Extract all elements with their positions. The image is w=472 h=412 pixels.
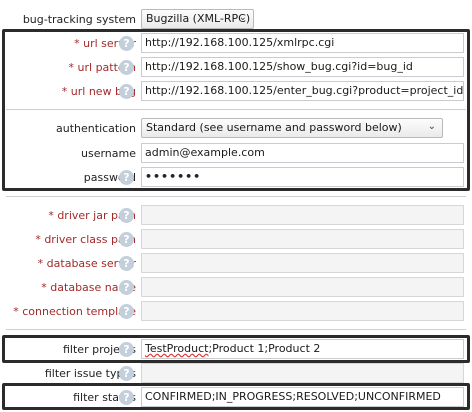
required-mark: * — [35, 233, 41, 246]
row-connection-template: * connection template ? — [0, 301, 472, 323]
url-new-bug-input[interactable]: http://192.168.100.125/enter_bug.cgi?pro… — [141, 81, 464, 101]
authentication-select[interactable]: Standard (see username and password belo… — [141, 118, 443, 138]
required-mark: * — [68, 61, 75, 74]
help-icon[interactable]: ? — [119, 342, 134, 357]
username-label: username — [81, 147, 136, 160]
section-divider — [6, 196, 466, 197]
driver-jar-path-input[interactable] — [141, 205, 464, 225]
help-icon[interactable]: ? — [119, 232, 134, 247]
filter-status-input[interactable]: CONFIRMED;IN_PROGRESS;RESOLVED;UNCONFIRM… — [141, 387, 464, 407]
required-mark: * — [61, 85, 68, 98]
required-mark: * — [41, 281, 47, 294]
filter-issue-types-input[interactable] — [141, 363, 464, 383]
help-icon[interactable]: ? — [119, 84, 134, 99]
required-mark: * — [13, 305, 19, 318]
help-icon[interactable]: ? — [119, 170, 134, 185]
row-authentication: authentication Standard (see username an… — [0, 118, 472, 140]
row-database-server: * database server ? — [0, 253, 472, 275]
database-name-input[interactable] — [141, 277, 464, 297]
help-icon[interactable]: ? — [119, 390, 134, 405]
row-password: password ? ••••••• — [0, 167, 472, 189]
url-server-input[interactable]: http://192.168.100.125/xmlrpc.cgi — [141, 33, 464, 53]
filter-projects-value-rest: ;Product 1;Product 2 — [208, 342, 321, 355]
help-icon[interactable]: ? — [119, 36, 134, 51]
password-input[interactable]: ••••••• — [141, 167, 464, 187]
connection-template-input[interactable] — [141, 301, 464, 321]
section-divider — [6, 329, 466, 330]
authentication-label: authentication — [56, 122, 136, 135]
bug-tracking-system-select[interactable]: Bugzilla (XML-RPC) ⌄ — [141, 9, 254, 29]
row-bug-tracking-system: bug-tracking system Bugzilla (XML-RPC) ⌄ — [0, 9, 472, 31]
required-mark: * — [74, 37, 80, 50]
driver-class-path-input[interactable] — [141, 229, 464, 249]
chevron-down-icon: ⌄ — [427, 121, 436, 132]
database-server-input[interactable] — [141, 253, 464, 273]
row-url-server: * url server ? http://192.168.100.125/xm… — [0, 33, 472, 55]
help-icon[interactable]: ? — [119, 208, 134, 223]
help-icon[interactable]: ? — [119, 304, 134, 319]
row-driver-jar-path: * driver jar path ? — [0, 205, 472, 227]
row-url-pattern: * url pattern ? http://192.168.100.125/s… — [0, 57, 472, 79]
chevron-down-icon: ⌄ — [238, 12, 247, 23]
help-icon[interactable]: ? — [119, 256, 134, 271]
help-icon[interactable]: ? — [119, 366, 134, 381]
spellcheck-word: TestProduct — [145, 342, 209, 355]
section-divider — [6, 109, 466, 110]
row-driver-class-path: * driver class path ? — [0, 229, 472, 251]
url-pattern-input[interactable]: http://192.168.100.125/show_bug.cgi?id=b… — [141, 57, 464, 77]
row-username: username admin@example.com — [0, 143, 472, 165]
row-filter-status: filter status ? CONFIRMED;IN_PROGRESS;RE… — [0, 387, 472, 409]
connection-template-label-wrap: * connection template — [13, 305, 136, 318]
row-url-new-bug: * url new bug ? http://192.168.100.125/e… — [0, 81, 472, 103]
required-mark: * — [48, 209, 54, 222]
bug-tracking-system-label: bug-tracking system — [22, 13, 136, 26]
help-icon[interactable]: ? — [119, 60, 134, 75]
row-filter-issue-types: filter issue types ? — [0, 363, 472, 385]
authentication-value: Standard (see username and password belo… — [146, 121, 402, 134]
filter-projects-input[interactable]: TestProduct;Product 1;Product 2 — [141, 339, 464, 359]
help-icon[interactable]: ? — [119, 280, 134, 295]
password-mask: ••••••• — [145, 170, 202, 183]
username-input[interactable]: admin@example.com — [141, 143, 464, 163]
row-database-name: * database name ? — [0, 277, 472, 299]
row-filter-projects: filter projects ? TestProduct;Product 1;… — [0, 339, 472, 361]
bug-tracking-system-value: Bugzilla (XML-RPC) — [146, 12, 251, 25]
required-mark: * — [37, 257, 44, 270]
